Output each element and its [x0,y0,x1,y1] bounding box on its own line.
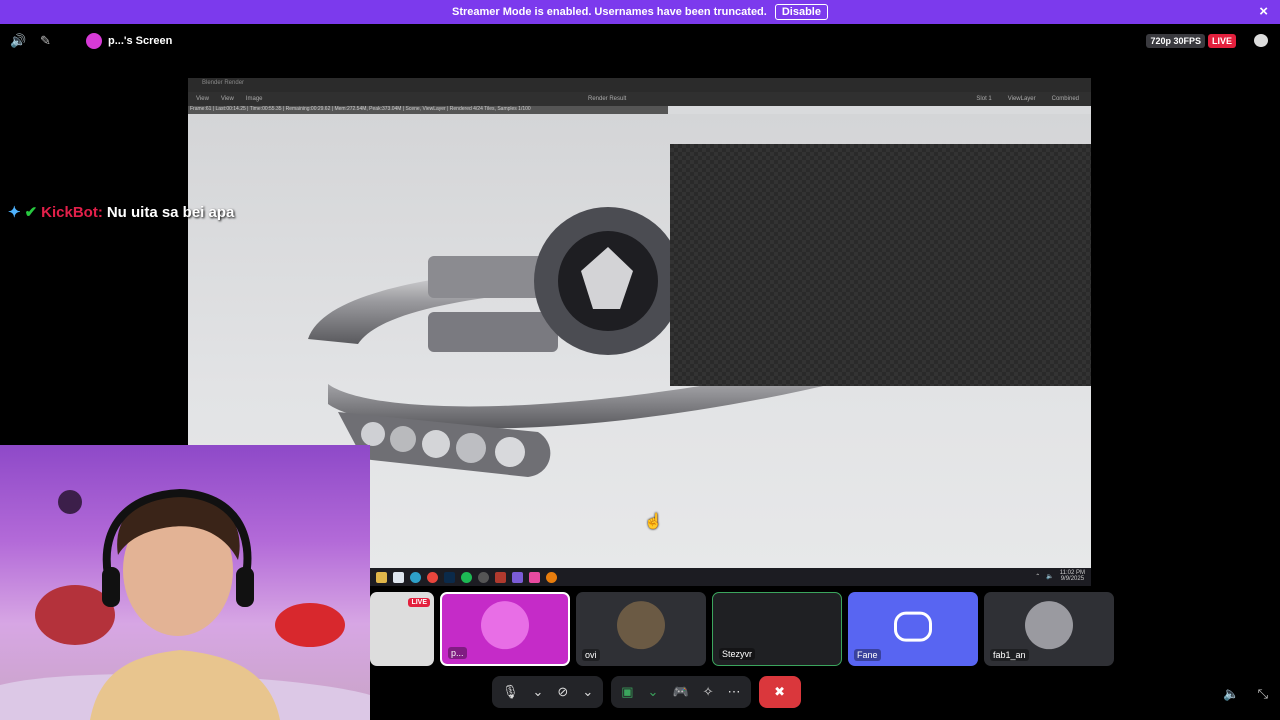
render-stats: Frame:61 | Last:00:14.25 | Time:00:55.35… [188,106,668,114]
call-topbar: 🔊 ✎ p...'s Screen 720p 30FPS LIVE [0,24,1280,58]
fab1an-avatar [1025,601,1073,650]
streamer-avatar-large [481,601,529,650]
leave-call-button[interactable]: ✖ [758,676,801,708]
webcam-overlay [0,445,370,720]
chat-username: KickBot: [41,203,103,221]
camera-chevron-icon[interactable]: ⌄ [582,684,593,700]
edge-icon[interactable] [410,571,421,583]
pass-select[interactable]: Combined [1052,96,1079,102]
blender-menubar: View View Image Render Result Slot 1 Vie… [188,92,1091,106]
volume-icon[interactable]: 🔈 [1046,573,1053,580]
tile-name-streamer: p... [448,647,467,659]
chrome-icon[interactable] [427,571,438,583]
banner-message: Streamer Mode is enabled. Usernames have… [452,6,767,18]
mic-icon[interactable]: 🎙 [502,684,519,700]
soundboard-icon[interactable]: ✧ [703,684,714,700]
ovi-avatar [617,601,665,650]
tile-ovi[interactable]: ovi [576,592,706,666]
hand-cursor-icon: ☝ [644,513,663,530]
streamer-mode-banner: Streamer Mode is enabled. Usernames have… [0,0,1280,24]
stream-quality: 720p 30FPS LIVE [1146,34,1236,48]
verified-icon: ✔ [24,204,38,221]
blender-icon[interactable] [546,571,557,583]
tile-name-fane: Fane [854,649,881,661]
disable-button[interactable]: Disable [774,4,828,20]
discord-logo-icon [894,611,932,642]
participant-tiles: LIVE p... ovi Stezyvr Fane fab1_an [370,592,1114,666]
tile-fab1an[interactable]: fab1_an [984,592,1114,666]
menu-view-1[interactable]: View [196,96,209,102]
spotify-icon[interactable] [461,571,472,583]
webcam-person [0,488,370,720]
menu-view-2[interactable]: View [221,96,234,102]
chat-message: Nu uita sa bei apa [106,203,235,221]
unrendered-tile-area [670,144,1091,386]
streamer-avatar [86,33,102,49]
tile-fane[interactable]: Fane [848,592,978,666]
viewlayer-select[interactable]: ViewLayer [1008,96,1036,102]
more-icon[interactable]: ⋯ [728,684,741,700]
clock[interactable]: 11:02 PM 9/9/2025 [1060,570,1085,582]
app-pink-icon[interactable] [529,571,540,583]
voice-icon: 🔊 [10,33,27,48]
menu-image[interactable]: Image [246,96,263,102]
tile-name-ovi: ovi [582,649,600,661]
screen-title-label: p...'s Screen [108,35,173,47]
tile-name-stezyvr: Stezyvr [719,648,756,660]
blender-window-title: Blender Render [188,78,1091,92]
tile-live-preview[interactable]: LIVE [370,592,434,666]
chat-icon[interactable] [1254,34,1268,47]
camera-off-icon[interactable]: ⊘ [557,684,568,700]
exit-fullscreen-icon[interactable]: ⤡ [1258,686,1268,702]
bottom-right-controls: 🔈 ⤡ [1223,686,1268,702]
call-controls: 🎙 ⌄ ⊘ ⌄ ▣ ⌄ 🎮 ✧ ⋯ ✖ [492,676,801,708]
volume-icon[interactable]: 🔈 [1223,686,1239,702]
live-badge-small: LIVE [408,598,430,607]
clock-date: 9/9/2025 [1060,576,1085,582]
live-badge: LIVE [1207,34,1236,48]
store-icon[interactable] [393,571,404,583]
share-chevron-icon[interactable]: ⌄ [648,684,659,700]
tile-name-fab1an: fab1_an [990,649,1029,661]
slot-select[interactable]: Slot 1 [976,96,991,102]
tray-chevron-icon[interactable]: ⌃ [1035,573,1040,580]
tile-stezyvr[interactable]: Stezyvr [712,592,842,666]
tile-streamer[interactable]: p... [440,592,570,666]
end-call-icon: ✖ [774,684,785,699]
quality-badge: 720p 30FPS [1146,34,1205,48]
explorer-icon[interactable] [376,571,387,583]
media-player-icon[interactable] [478,571,489,583]
share-control: ▣ ⌄ 🎮 ✧ ⋯ [611,676,751,708]
close-banner-button[interactable]: × [1259,3,1268,20]
activity-icon[interactable]: 🎮 [672,684,688,700]
app-icon[interactable] [495,571,506,583]
discord-taskbar-icon[interactable] [512,571,523,583]
render-result-label[interactable]: Render Result [588,96,626,102]
screen-title[interactable]: p...'s Screen [86,33,172,49]
photoshop-icon[interactable] [444,571,455,583]
chat-overlay-message: ✦ ✔ KickBot: Nu uita sa bei apa [8,203,235,222]
sword-icon: ✦ [8,204,21,221]
pencil-icon: ✎ [40,33,51,48]
mic-control: 🎙 ⌄ ⊘ ⌄ [492,676,604,708]
screen-share-icon[interactable]: ▣ [621,684,633,700]
system-tray: ⌃ 🔈 11:02 PM 9/9/2025 [1035,570,1085,582]
mic-chevron-icon[interactable]: ⌄ [533,684,544,700]
